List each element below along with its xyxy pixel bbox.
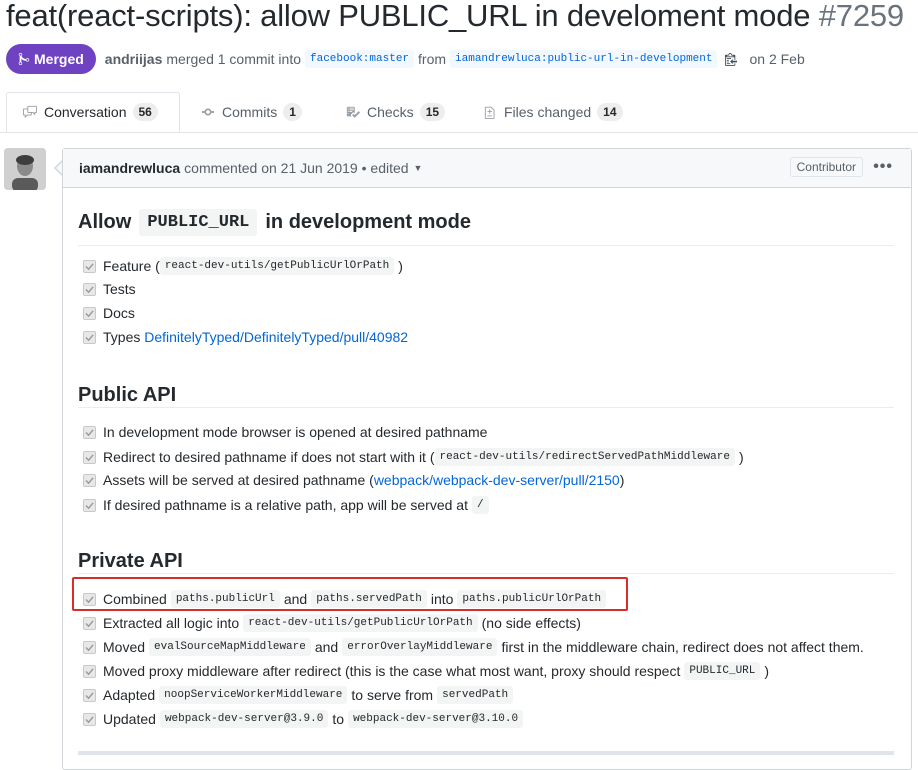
- webpack-dev-server-link[interactable]: webpack/webpack-dev-server/pull/2150: [374, 472, 620, 488]
- pr-tabs: Conversation 56 Commits 1 Checks 15 File…: [0, 92, 918, 133]
- tab-checks[interactable]: Checks 15: [345, 92, 446, 132]
- merged-badge: Merged: [6, 44, 96, 74]
- task-item-public-1: In development mode browser is opened at…: [83, 424, 487, 440]
- task-item-types: Types DefinitelyTyped/DefinitelyTyped/pu…: [83, 329, 408, 345]
- diff-icon: [484, 106, 495, 119]
- inline-code: evalSourceMapMiddleware: [149, 638, 311, 656]
- comment-bottom-divider: [78, 751, 894, 755]
- task-item-feature: Feature ( react-dev-utils/getPublicUrlOr…: [83, 257, 403, 275]
- private-api-heading: Private API: [78, 537, 894, 574]
- inline-code: errorOverlayMiddleware: [342, 638, 498, 656]
- tab-checks-count: 15: [419, 103, 446, 121]
- comment-box: iamandrewluca commented on 21 Jun 2019 •…: [62, 148, 912, 770]
- heading-text-post: in development mode: [265, 210, 471, 233]
- pr-title: feat(react-scripts): allow PUBLIC_URL in…: [6, 0, 904, 34]
- task-item-private-5: Adapted noopServiceWorkerMiddleware to s…: [83, 686, 517, 704]
- heading-text-pre: Allow: [78, 210, 132, 233]
- tab-commits-count: 1: [283, 103, 302, 121]
- inline-code: react-dev-utils/getPublicUrlOrPath: [159, 257, 395, 275]
- task-item-tests: Tests: [83, 281, 136, 297]
- checkbox-checked-icon: [83, 306, 96, 320]
- tab-conversation[interactable]: Conversation 56: [6, 92, 180, 132]
- task-item-private-4: Moved proxy middleware after redirect (t…: [83, 662, 769, 680]
- comment-header: iamandrewluca commented on 21 Jun 2019 •…: [63, 149, 911, 188]
- pr-meta: Merged andriijas merged 1 commit into fa…: [6, 44, 805, 74]
- task-item-private-6: Updated webpack-dev-server@3.9.0 to webp…: [83, 710, 527, 728]
- head-branch[interactable]: iamandrewluca:public-url-in-development: [450, 50, 718, 68]
- checkbox-checked-icon: [83, 425, 96, 439]
- public-api-heading: Public API: [78, 371, 894, 408]
- checkbox-checked-icon: [83, 330, 96, 344]
- task-item-public-2: Redirect to desired pathname if does not…: [83, 448, 744, 466]
- definitelytyped-link[interactable]: DefinitelyTyped/DefinitelyTyped/pull/409…: [144, 329, 408, 345]
- pr-title-text: feat(react-scripts): allow PUBLIC_URL in…: [6, 0, 811, 33]
- task-item-public-4: If desired pathname is a relative path, …: [83, 496, 493, 514]
- inline-code: servedPath: [437, 686, 514, 704]
- pr-number: #7259: [818, 0, 904, 33]
- tab-files-changed-label: Files changed: [504, 104, 592, 120]
- comment-heading: Allow PUBLIC_URL in development mode: [78, 199, 894, 246]
- inline-code: react-dev-utils/getPublicUrlOrPath: [243, 614, 478, 632]
- checkbox-checked-icon: [83, 664, 96, 678]
- comment-author[interactable]: iamandrewluca: [79, 160, 180, 176]
- edited-dropdown-icon[interactable]: ▼: [414, 163, 423, 173]
- checkbox-checked-icon: [83, 640, 96, 654]
- more-options-icon[interactable]: •••: [873, 158, 893, 176]
- highlight-box: [72, 577, 628, 611]
- checkbox-checked-icon: [83, 450, 96, 464]
- tab-files-changed-count: 14: [597, 103, 623, 121]
- commit-icon: [201, 108, 215, 116]
- tab-files-changed[interactable]: Files changed 14: [484, 92, 623, 132]
- heading-code: PUBLIC_URL: [139, 208, 258, 236]
- checkbox-checked-icon: [83, 688, 96, 702]
- tab-commits[interactable]: Commits 1: [200, 92, 302, 132]
- comment-icon: [23, 105, 37, 119]
- merged-label: Merged: [34, 51, 84, 67]
- merge-date: on 2 Feb: [749, 51, 805, 67]
- tab-conversation-count: 56: [132, 103, 158, 121]
- task-item-public-3: Assets will be served at desired pathnam…: [83, 472, 624, 488]
- task-item-docs: Docs: [83, 305, 135, 321]
- inline-code: noopServiceWorkerMiddleware: [159, 686, 348, 704]
- merged-text: merged 1 commit into: [166, 51, 301, 67]
- task-item-private-2: Extracted all logic into react-dev-utils…: [83, 614, 581, 632]
- checklist-icon: [346, 106, 360, 118]
- tab-commits-label: Commits: [222, 104, 278, 120]
- checkbox-checked-icon: [83, 473, 96, 487]
- contributor-badge: Contributor: [789, 157, 863, 177]
- from-text: from: [418, 51, 447, 67]
- merge-icon: [18, 52, 30, 66]
- task-item-private-3: Moved evalSourceMapMiddleware and errorO…: [83, 638, 864, 656]
- inline-code: react-dev-utils/redirectServedPathMiddle…: [434, 448, 735, 466]
- tab-checks-label: Checks: [367, 104, 414, 120]
- avatar[interactable]: [4, 148, 46, 190]
- inline-code: webpack-dev-server@3.10.0: [348, 710, 524, 728]
- inline-code: PUBLIC_URL: [684, 662, 761, 680]
- merger-link[interactable]: andriijas: [105, 51, 163, 67]
- inline-code: /: [471, 496, 489, 514]
- base-branch[interactable]: facebook:master: [305, 50, 415, 68]
- inline-code: webpack-dev-server@3.9.0: [159, 710, 329, 728]
- clipboard-icon[interactable]: [725, 52, 738, 66]
- checkbox-checked-icon: [83, 282, 96, 296]
- checkbox-checked-icon: [83, 712, 96, 726]
- checkbox-checked-icon: [83, 498, 96, 512]
- checkbox-checked-icon: [83, 259, 96, 273]
- tab-conversation-label: Conversation: [44, 104, 127, 120]
- comment-meta[interactable]: commented on 21 Jun 2019 • edited: [184, 160, 408, 176]
- checkbox-checked-icon: [83, 616, 96, 630]
